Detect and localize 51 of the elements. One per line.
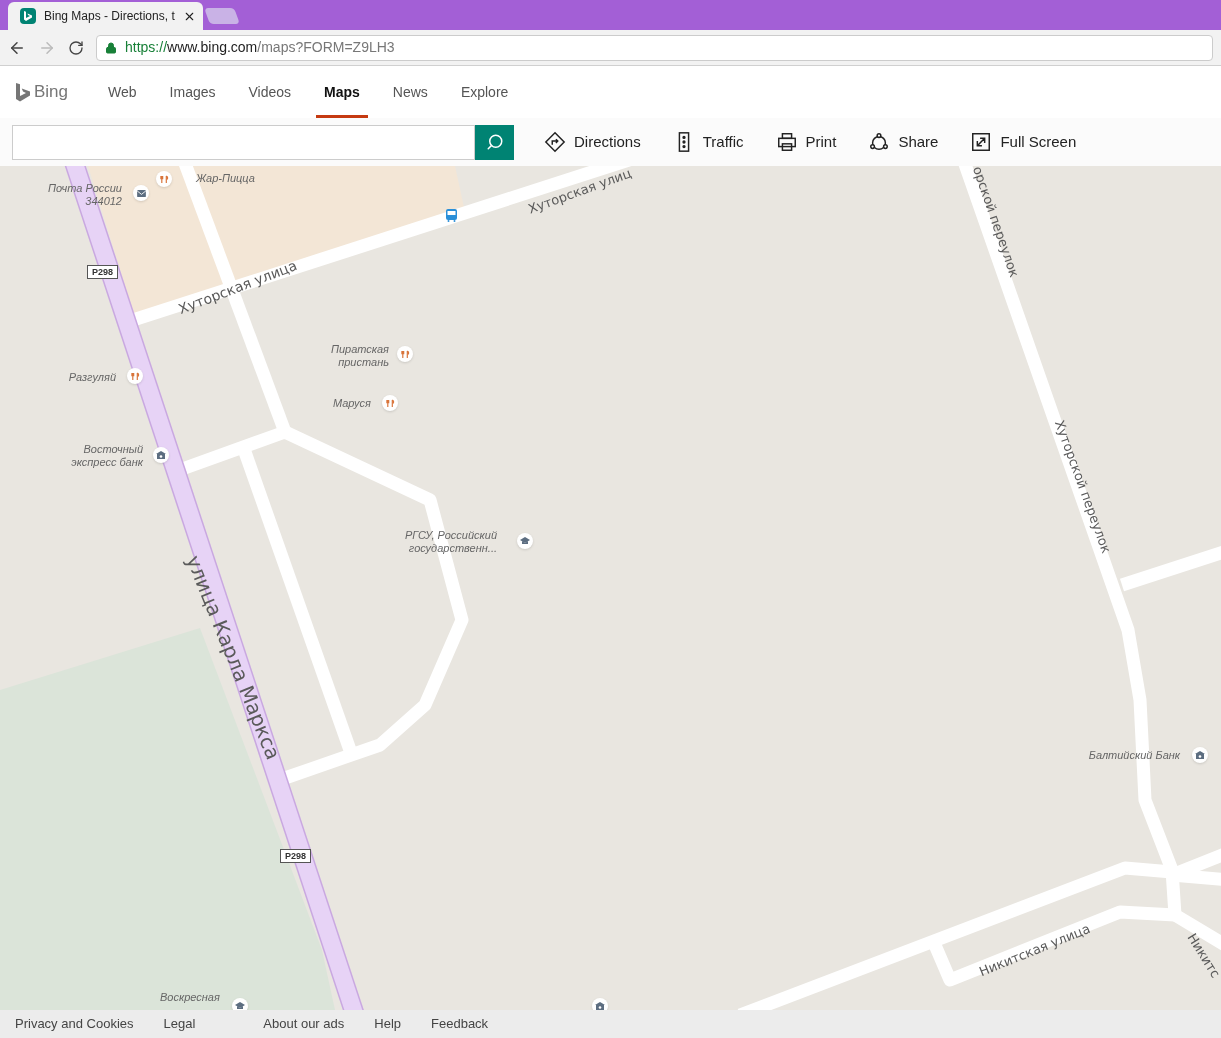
route-shield: P298 xyxy=(87,265,119,279)
nav-tab[interactable]: Images xyxy=(161,66,224,118)
place-label: Восточный экспресс банк xyxy=(71,443,143,469)
footer-link[interactable]: Legal xyxy=(163,1014,196,1034)
toolbar-button[interactable]: Traffic xyxy=(672,130,744,154)
search-field[interactable] xyxy=(12,124,475,160)
graduation-cap-icon xyxy=(517,533,533,549)
bing-logo-icon xyxy=(20,8,36,24)
nav-tab[interactable]: News xyxy=(384,66,436,118)
bing-logo-text: Bing xyxy=(34,81,69,104)
browser-tab[interactable]: Bing Maps - Directions, t xyxy=(8,2,203,30)
footer-link[interactable]: Feedback xyxy=(431,1014,489,1034)
place-label: Разгуляй xyxy=(68,371,116,384)
fork-knife-icon xyxy=(382,395,398,411)
fork-knife-icon xyxy=(127,368,143,384)
toolbar-button[interactable]: Full Screen xyxy=(970,130,1077,154)
footer-link[interactable]: Privacy and Cookies xyxy=(15,1014,134,1034)
footer-link[interactable]: About our ads xyxy=(263,1014,345,1034)
nav-tab[interactable]: Web xyxy=(100,66,145,118)
reload-icon[interactable] xyxy=(68,39,84,56)
diamond-arrow-icon xyxy=(544,131,566,153)
tab-title: Bing Maps - Directions, t xyxy=(44,8,175,25)
search-button[interactable] xyxy=(475,124,514,160)
fork-knife-icon xyxy=(397,346,413,362)
graduation-cap-icon xyxy=(232,998,248,1010)
place-label: РГСУ, Российский государственн... xyxy=(404,529,497,555)
place-label: Пиратская пристань xyxy=(330,343,389,369)
place-label: Балтийский Банк xyxy=(1088,749,1180,762)
toolbar-button[interactable]: Share xyxy=(868,130,939,154)
bank-icon xyxy=(1192,747,1208,763)
share-icon xyxy=(868,131,891,153)
route-shield: P298 xyxy=(280,849,312,863)
nav-tab[interactable]: Explore xyxy=(452,66,517,118)
toolbar-button[interactable]: Print xyxy=(775,130,837,154)
bank-icon xyxy=(592,998,608,1010)
lock-icon xyxy=(105,41,117,54)
address-bar[interactable]: https://www.bing.com/maps?FORM=Z9LH3 xyxy=(96,34,1213,61)
url-text: https://www.bing.com/maps?FORM=Z9LH3 xyxy=(125,38,395,57)
place-label: Жар-Пицца xyxy=(196,172,255,185)
toolbar-button[interactable]: Directions xyxy=(544,130,641,154)
printer-icon xyxy=(775,131,798,153)
place-label: Почта России 344012 xyxy=(47,182,122,208)
bus-icon xyxy=(445,207,457,223)
nav-tab[interactable]: Videos xyxy=(240,66,300,118)
bank-icon xyxy=(153,447,169,463)
expand-icon xyxy=(970,131,993,153)
place-label: Маруся xyxy=(332,397,371,410)
footer-link[interactable]: Help xyxy=(374,1014,401,1034)
bing-logo-icon xyxy=(16,82,30,102)
search-icon xyxy=(485,133,504,151)
place-label: Воскресная xyxy=(160,991,220,1004)
